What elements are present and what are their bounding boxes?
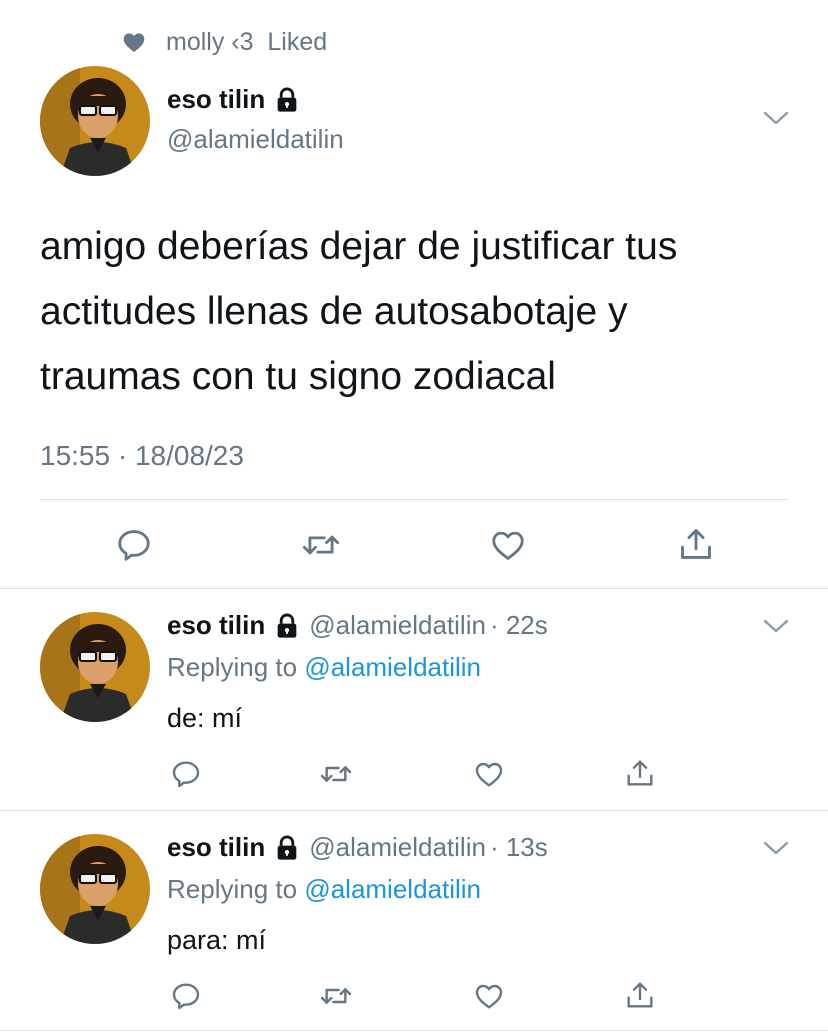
divider xyxy=(0,1030,828,1031)
replying-to: Replying to @alamieldatilin xyxy=(167,652,481,683)
reply-text: para: mí xyxy=(167,925,267,955)
heart-icon[interactable] xyxy=(472,980,506,1012)
tweet-text-line: actitudes llenas de autosabotaje y xyxy=(40,290,628,333)
reply-header: eso tilin @alamieldatilin · 22s xyxy=(167,610,548,641)
retweet-icon[interactable] xyxy=(318,758,354,790)
reply-text: de: mí xyxy=(167,703,243,733)
divider xyxy=(0,810,828,811)
social-context-text: molly ‹3 Liked xyxy=(166,27,328,56)
lock-icon xyxy=(273,612,301,640)
replying-to-label: Replying to xyxy=(167,652,298,682)
display-name[interactable]: eso tilin xyxy=(167,84,265,115)
relative-time[interactable]: · 22s xyxy=(490,610,548,641)
replying-to-link[interactable]: @alamieldatilin xyxy=(304,874,481,904)
reply-icon[interactable] xyxy=(170,758,202,790)
heart-icon[interactable] xyxy=(488,526,528,564)
share-icon[interactable] xyxy=(624,978,656,1012)
handle[interactable]: @alamieldatilin xyxy=(309,832,486,863)
display-name[interactable]: eso tilin xyxy=(167,832,265,863)
main-tweet-name-row: eso tilin xyxy=(167,84,301,115)
handle[interactable]: @alamieldatilin xyxy=(167,124,344,155)
reply-header: eso tilin @alamieldatilin · 13s xyxy=(167,832,548,863)
divider xyxy=(0,588,828,589)
share-icon[interactable] xyxy=(624,756,656,790)
tweet-text-line: amigo deberías dejar de justificar tus xyxy=(40,225,678,268)
handle[interactable]: @alamieldatilin xyxy=(309,610,486,641)
relative-time[interactable]: · 13s xyxy=(490,832,548,863)
avatar[interactable] xyxy=(40,834,150,944)
tweet-text: amigo deberías dejar de justificar tus a… xyxy=(40,214,800,409)
chevron-down-icon[interactable] xyxy=(762,616,790,636)
chevron-down-icon[interactable] xyxy=(762,108,790,128)
avatar[interactable] xyxy=(40,612,150,722)
divider xyxy=(40,499,788,500)
lock-icon xyxy=(273,86,301,114)
lock-icon xyxy=(273,834,301,862)
reply-icon[interactable] xyxy=(115,526,153,564)
retweet-icon[interactable] xyxy=(300,526,342,564)
replying-to-label: Replying to xyxy=(167,874,298,904)
replying-to-link[interactable]: @alamieldatilin xyxy=(304,652,481,682)
heart-icon[interactable] xyxy=(472,758,506,790)
avatar[interactable] xyxy=(40,66,150,176)
retweet-icon[interactable] xyxy=(318,980,354,1012)
timestamp[interactable]: 15:55 · 18/08/23 xyxy=(40,440,244,472)
share-icon[interactable] xyxy=(677,524,715,564)
display-name[interactable]: eso tilin xyxy=(167,610,265,641)
heart-filled-icon xyxy=(120,29,148,55)
chevron-down-icon[interactable] xyxy=(762,838,790,858)
replying-to: Replying to @alamieldatilin xyxy=(167,874,481,905)
social-context: molly ‹3 Liked xyxy=(120,26,327,58)
reply-icon[interactable] xyxy=(170,980,202,1012)
tweet-text-line: traumas con tu signo zodiacal xyxy=(40,355,556,398)
